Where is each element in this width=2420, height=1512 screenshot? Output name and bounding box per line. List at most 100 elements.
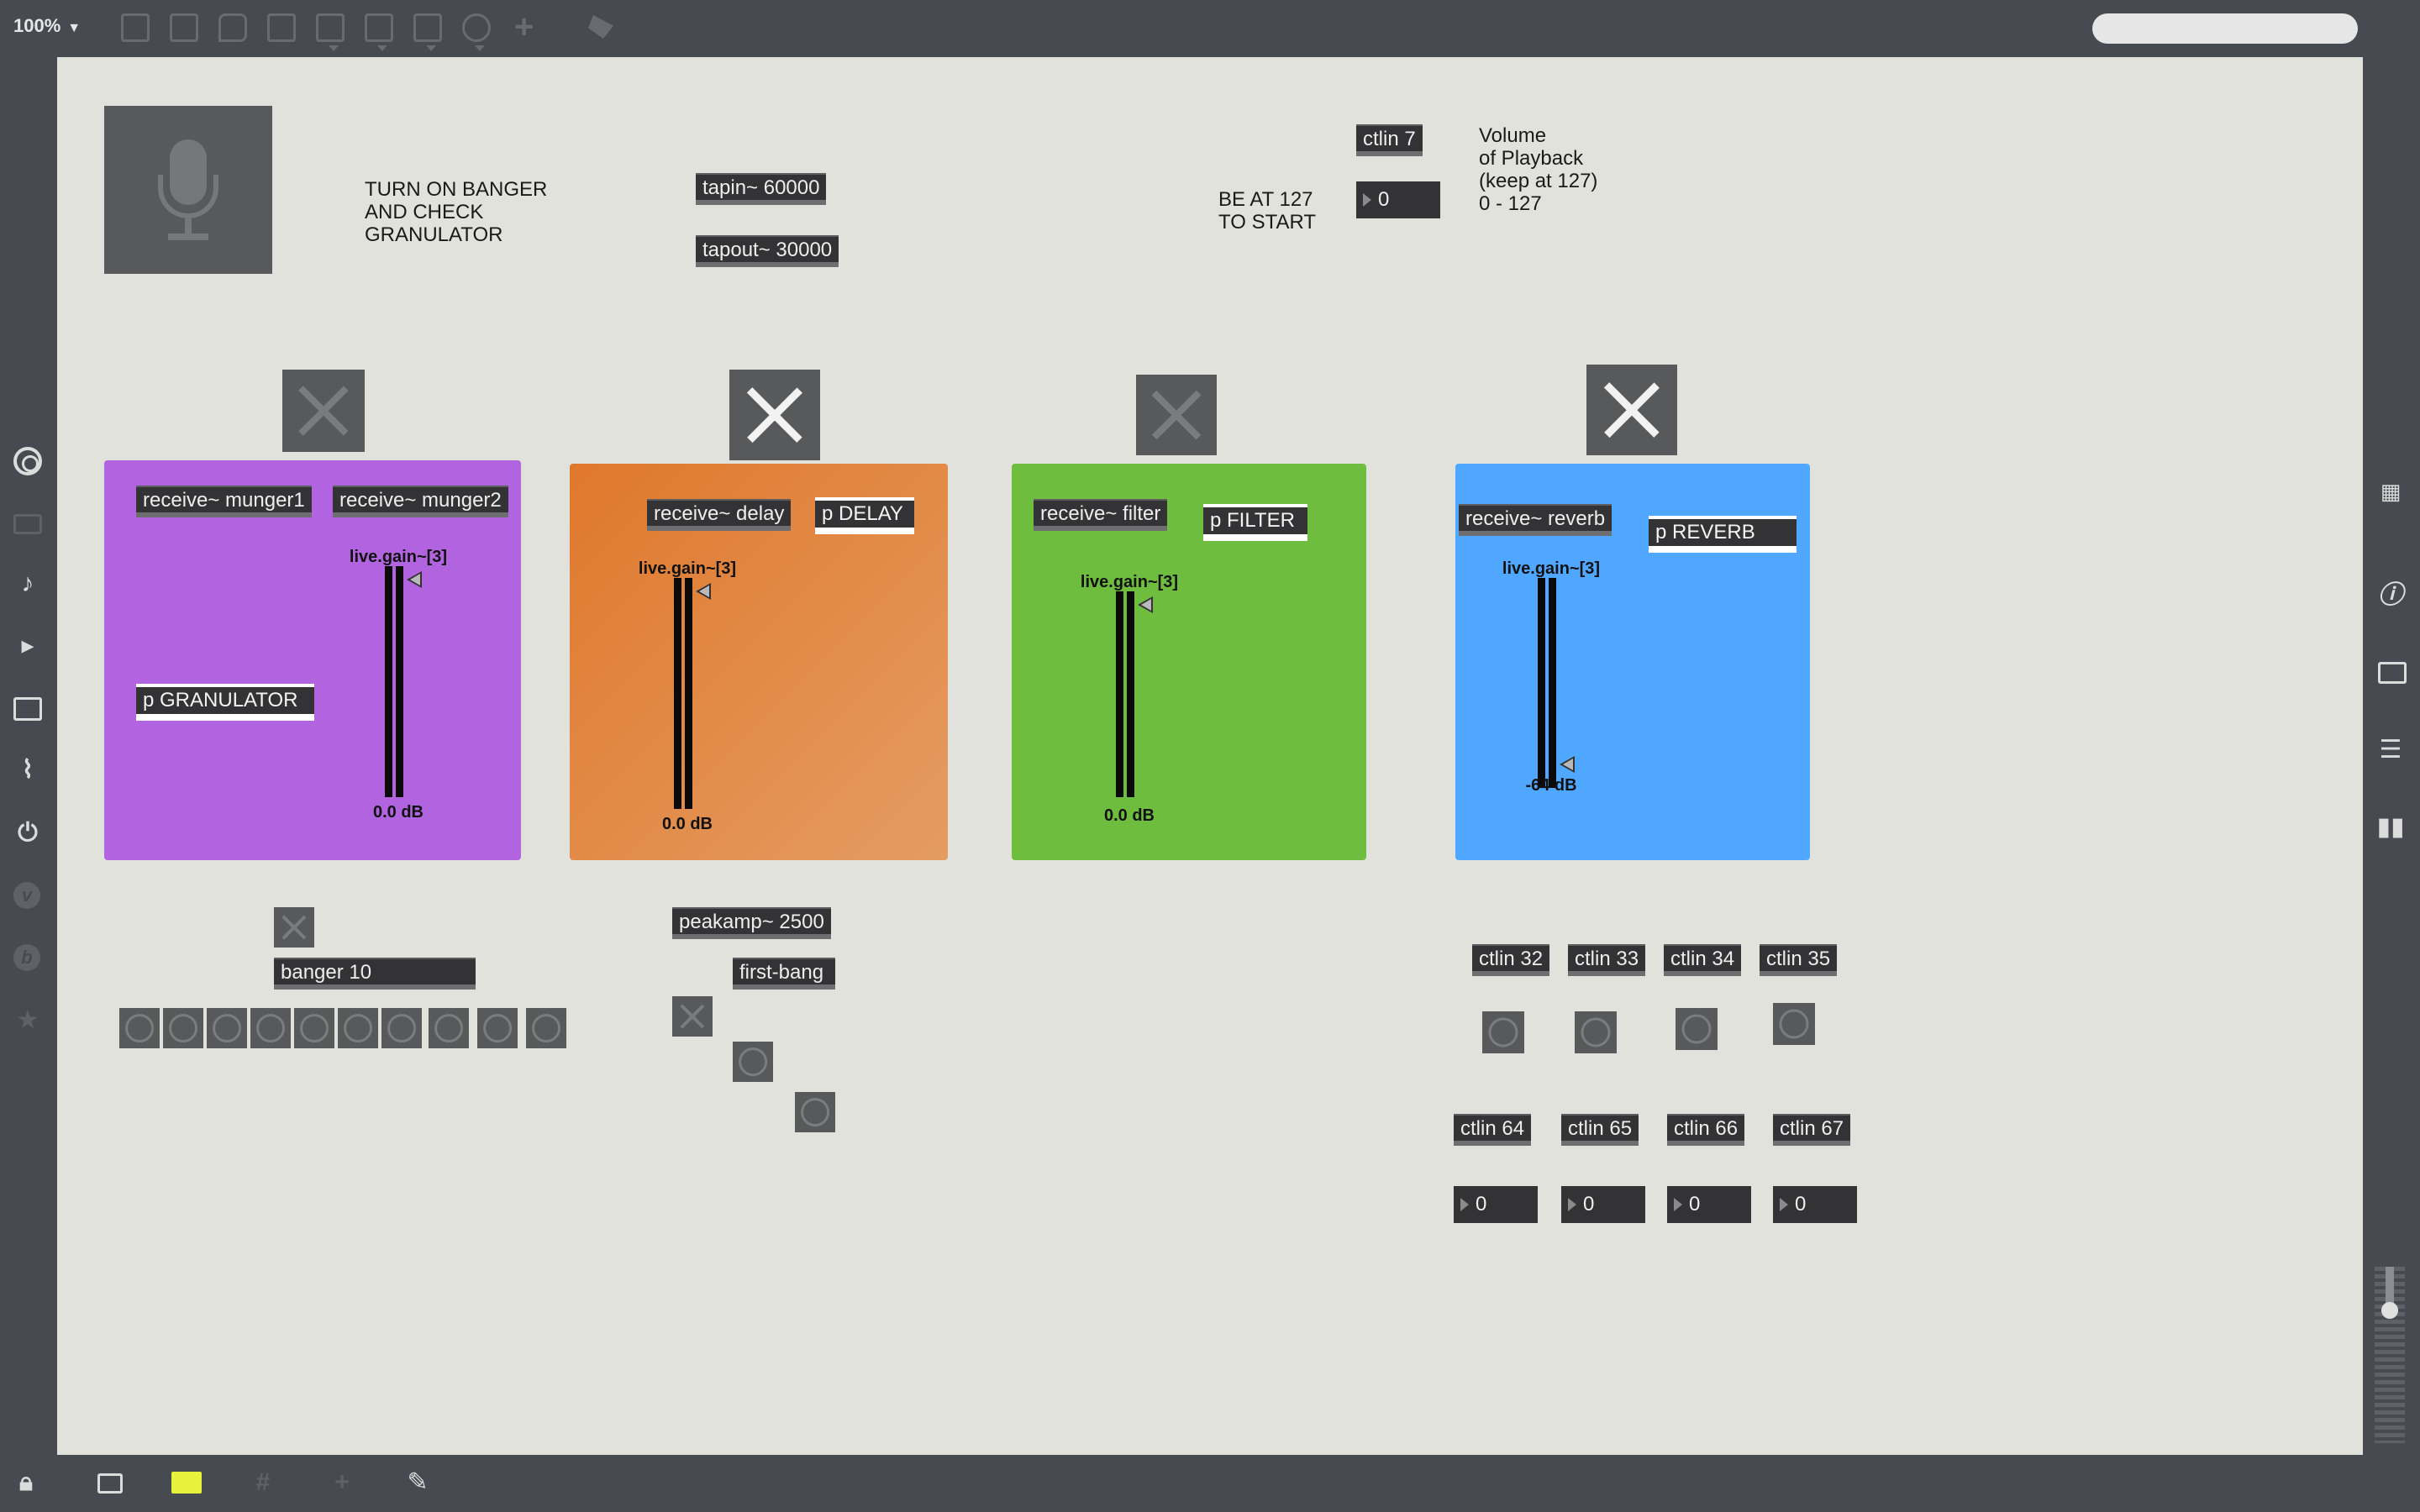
list-icon[interactable]: ☰ bbox=[2376, 736, 2405, 764]
live-gain-label: live.gain~[3] bbox=[349, 548, 448, 566]
p-reverb-subpatch[interactable]: p REVERB bbox=[1649, 516, 1797, 553]
bang-button-1[interactable] bbox=[119, 1008, 160, 1048]
toggle-icon[interactable] bbox=[267, 13, 296, 42]
delay-live-gain[interactable]: live.gain~[3] 0.0 dB bbox=[637, 559, 738, 845]
search-input[interactable] bbox=[2092, 13, 2358, 44]
ctlin35-object[interactable]: ctlin 35 bbox=[1760, 944, 1838, 976]
granulator-live-gain[interactable]: live.gain~[3] 0.0 dB bbox=[348, 548, 449, 833]
filter-toggle[interactable] bbox=[1136, 375, 1217, 455]
bang-button-6[interactable] bbox=[338, 1008, 378, 1048]
step-icon[interactable]: ▸ bbox=[13, 632, 42, 660]
lock-icon[interactable]: 🔒︎ bbox=[12, 1468, 40, 1497]
tapout-object[interactable]: tapout~ 30000 bbox=[696, 235, 839, 267]
live-gain-label: live.gain~[3] bbox=[1502, 559, 1601, 578]
peakamp-toggle[interactable] bbox=[672, 996, 713, 1037]
add-icon[interactable]: + bbox=[328, 1468, 356, 1497]
adc-microphone-button[interactable] bbox=[104, 106, 272, 274]
ctlin33-object[interactable]: ctlin 33 bbox=[1568, 944, 1646, 976]
receive-filter-object[interactable]: receive~ filter bbox=[1034, 499, 1168, 531]
bang-button-10[interactable] bbox=[526, 1008, 566, 1048]
bang-button-9[interactable] bbox=[477, 1008, 518, 1048]
book-icon[interactable]: ▮▮ bbox=[2376, 813, 2405, 842]
p-granulator-subpatch[interactable]: p GRANULATOR bbox=[136, 684, 314, 721]
gain-slider-thumb[interactable] bbox=[1138, 596, 1153, 613]
filter-live-gain[interactable]: live.gain~[3] 0.0 dB bbox=[1079, 573, 1180, 842]
delay-panel: receive~ delay p DELAY live.gain~[3] 0.0… bbox=[570, 464, 948, 860]
new-window-icon[interactable] bbox=[97, 1473, 123, 1494]
peakamp-bang-1[interactable] bbox=[733, 1042, 773, 1082]
ctlin66-object[interactable]: ctlin 66 bbox=[1667, 1114, 1745, 1146]
target-icon[interactable] bbox=[13, 447, 42, 475]
ctlin34-object[interactable]: ctlin 34 bbox=[1664, 944, 1742, 976]
banger-toggle[interactable] bbox=[274, 907, 314, 948]
receive-reverb-object[interactable]: receive~ reverb bbox=[1459, 504, 1612, 536]
receive-munger2-object[interactable]: receive~ munger2 bbox=[333, 486, 508, 517]
columns-icon[interactable] bbox=[2378, 662, 2407, 684]
add-icon[interactable]: + bbox=[514, 8, 534, 46]
ctlin34-bang[interactable] bbox=[1676, 1008, 1718, 1050]
plug-icon[interactable]: ⏻ bbox=[13, 819, 42, 848]
star-icon[interactable]: ★ bbox=[13, 1006, 42, 1035]
p-filter-subpatch[interactable]: p FILTER bbox=[1203, 504, 1307, 541]
tray-icon[interactable] bbox=[13, 514, 42, 534]
paperclip-icon[interactable]: ⌇ bbox=[13, 756, 42, 785]
ctlin67-object[interactable]: ctlin 67 bbox=[1773, 1114, 1851, 1146]
peakamp-bang-2[interactable] bbox=[795, 1092, 835, 1132]
bang-button-2[interactable] bbox=[163, 1008, 203, 1048]
image-icon[interactable] bbox=[13, 697, 42, 721]
bang-button-3[interactable] bbox=[207, 1008, 247, 1048]
bang-button-5[interactable] bbox=[294, 1008, 334, 1048]
wrench-icon[interactable]: ✎ bbox=[403, 1468, 432, 1497]
gain-meter-right bbox=[685, 578, 692, 809]
bang-button-7[interactable] bbox=[381, 1008, 422, 1048]
patcher-canvas[interactable]: TURN ON BANGER AND CHECK GRANULATOR tapi… bbox=[57, 57, 2363, 1455]
gain-meter-right bbox=[396, 566, 403, 797]
bang-button-4[interactable] bbox=[250, 1008, 291, 1048]
ctlin64-number-box[interactable]: 0 bbox=[1454, 1186, 1538, 1223]
ctlin66-number-box[interactable]: 0 bbox=[1667, 1186, 1751, 1223]
gain-slider-thumb[interactable] bbox=[407, 571, 422, 588]
tapin-object[interactable]: tapin~ 60000 bbox=[696, 173, 827, 205]
reverb-live-gain[interactable]: live.gain~[3] -64 dB bbox=[1501, 559, 1602, 828]
reverb-toggle[interactable] bbox=[1586, 365, 1677, 455]
gain-value: 0.0 dB bbox=[372, 803, 424, 822]
ctlin32-bang[interactable] bbox=[1482, 1011, 1524, 1053]
ctlin65-object[interactable]: ctlin 65 bbox=[1561, 1114, 1639, 1146]
volume-slider-icon[interactable] bbox=[2375, 1267, 2405, 1443]
new-object-icon[interactable] bbox=[121, 13, 150, 42]
bang-icon[interactable] bbox=[316, 13, 345, 51]
paint-bucket-icon[interactable] bbox=[588, 15, 613, 39]
ctlin64-object[interactable]: ctlin 64 bbox=[1454, 1114, 1532, 1146]
keyboard-icon[interactable]: ▦ bbox=[2376, 477, 2405, 506]
receive-munger1-object[interactable]: receive~ munger1 bbox=[136, 486, 312, 517]
presentation-icon[interactable] bbox=[171, 1472, 202, 1494]
peakamp-object[interactable]: peakamp~ 2500 bbox=[672, 907, 831, 939]
gain-slider-thumb[interactable] bbox=[1560, 756, 1575, 773]
new-message-icon[interactable] bbox=[170, 13, 198, 42]
info-icon[interactable]: ⓘ bbox=[2376, 581, 2405, 610]
delay-toggle[interactable] bbox=[729, 370, 820, 460]
vimeo-icon[interactable]: v bbox=[13, 882, 40, 909]
slider-icon[interactable] bbox=[413, 13, 442, 51]
comment-icon[interactable] bbox=[218, 13, 247, 42]
p-delay-subpatch[interactable]: p DELAY bbox=[815, 497, 914, 534]
zoom-menu[interactable]: 100% ▼ bbox=[13, 15, 81, 37]
first-bang-object[interactable]: first-bang bbox=[733, 958, 835, 990]
music-note-icon[interactable]: ♪ bbox=[13, 570, 42, 598]
b-icon[interactable]: b bbox=[13, 944, 40, 971]
grid-icon[interactable]: # bbox=[249, 1468, 277, 1497]
ctlin7-object[interactable]: ctlin 7 bbox=[1356, 124, 1423, 156]
dial-icon[interactable] bbox=[462, 13, 491, 51]
ctlin32-object[interactable]: ctlin 32 bbox=[1472, 944, 1550, 976]
ctlin67-number-box[interactable]: 0 bbox=[1773, 1186, 1857, 1223]
ctlin33-bang[interactable] bbox=[1575, 1011, 1617, 1053]
ctlin35-bang[interactable] bbox=[1773, 1003, 1815, 1045]
gain-slider-thumb[interactable] bbox=[696, 583, 711, 600]
volume-number-box[interactable]: 0 bbox=[1356, 181, 1440, 218]
play-icon[interactable] bbox=[365, 13, 393, 51]
granulator-toggle[interactable] bbox=[282, 370, 365, 452]
ctlin65-number-box[interactable]: 0 bbox=[1561, 1186, 1645, 1223]
receive-delay-object[interactable]: receive~ delay bbox=[647, 499, 792, 531]
bang-button-8[interactable] bbox=[429, 1008, 469, 1048]
banger-object[interactable]: banger 10 bbox=[274, 958, 476, 990]
